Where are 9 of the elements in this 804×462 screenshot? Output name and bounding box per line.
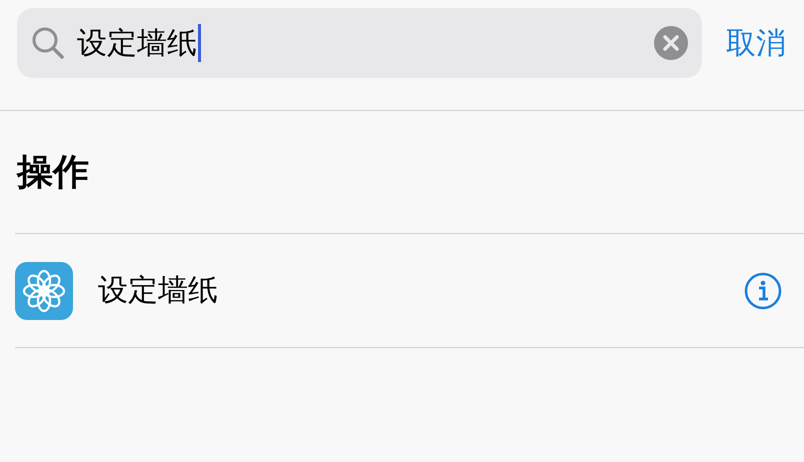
cancel-button[interactable]: 取消 [726,22,786,64]
search-icon [31,26,65,60]
section-title: 操作 [15,150,90,194]
search-text: 设定墙纸 [77,22,642,64]
info-icon[interactable] [744,272,782,310]
search-field[interactable]: 设定墙纸 [17,8,702,78]
clear-icon[interactable] [654,26,688,60]
flower-icon [15,262,73,320]
action-label[interactable]: 设定墙纸 [98,270,744,311]
